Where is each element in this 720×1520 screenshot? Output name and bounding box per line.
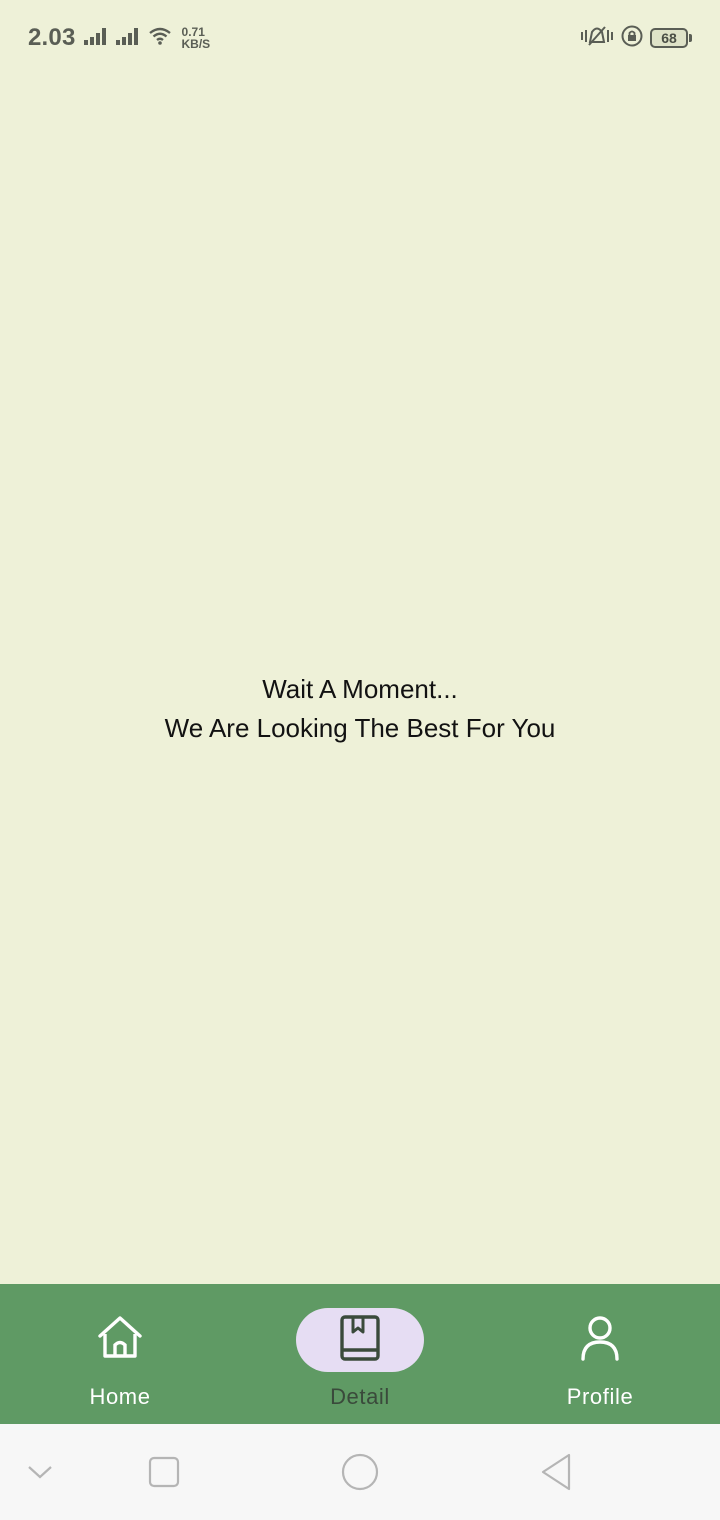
nav-item-detail[interactable]: Detail (240, 1284, 480, 1424)
bottom-navigation: Home Detail Profile (0, 1284, 720, 1424)
nav-label-detail: Detail (330, 1384, 390, 1409)
status-time: 2.03 (28, 24, 76, 51)
rotation-lock-icon (620, 24, 644, 53)
loading-line-1: Wait A Moment... (262, 674, 458, 704)
signal-icon (83, 27, 108, 50)
home-circle-icon[interactable] (336, 1448, 384, 1496)
net-speed-unit: KB/S (181, 37, 211, 51)
main-content: Wait A Moment... We Are Looking The Best… (0, 76, 720, 1284)
net-speed: 0.71 KB/S (182, 26, 211, 50)
active-indicator (296, 1308, 424, 1372)
status-right: 68 (580, 24, 692, 53)
vibrate-icon (580, 24, 614, 53)
chevron-down-icon[interactable] (16, 1448, 64, 1496)
battery-icon: 68 (650, 28, 692, 48)
nav-label-home: Home (89, 1384, 151, 1409)
status-bar: 2.03 0.71 KB/S 68 (0, 0, 720, 76)
nav-item-home[interactable]: Home (0, 1284, 240, 1424)
book-icon (338, 1314, 382, 1367)
battery-level: 68 (650, 28, 688, 48)
loading-message: Wait A Moment... We Are Looking The Best… (165, 670, 556, 748)
recents-icon[interactable] (140, 1448, 188, 1496)
back-icon[interactable] (532, 1448, 580, 1496)
home-icon (96, 1314, 144, 1367)
loading-line-2: We Are Looking The Best For You (164, 713, 556, 743)
wifi-icon (148, 26, 172, 51)
person-icon (580, 1314, 620, 1367)
signal-icon (115, 27, 140, 50)
system-navigation-bar (0, 1424, 720, 1520)
status-left: 2.03 0.71 KB/S (28, 24, 210, 52)
nav-item-profile[interactable]: Profile (480, 1284, 720, 1424)
nav-label-profile: Profile (566, 1384, 634, 1409)
